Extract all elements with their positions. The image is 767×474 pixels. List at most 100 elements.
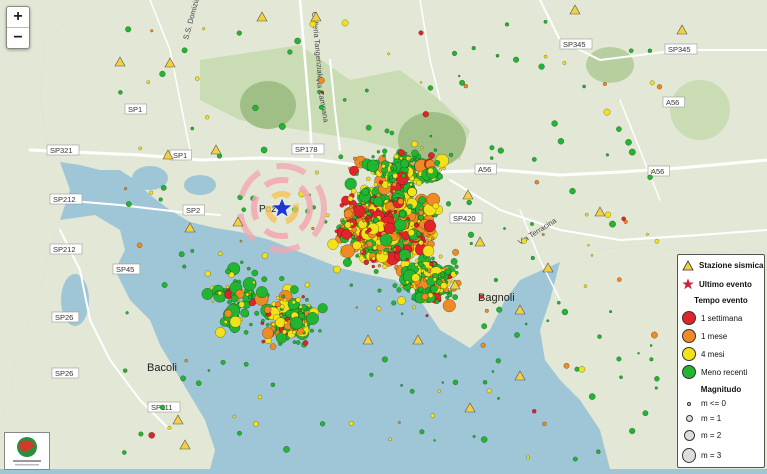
earthquake-dot[interactable] xyxy=(347,166,351,170)
earthquake-dot[interactable] xyxy=(167,425,172,430)
earthquake-dot[interactable] xyxy=(400,312,404,316)
earthquake-dot[interactable] xyxy=(438,272,442,277)
earthquake-dot[interactable] xyxy=(371,264,376,269)
earthquake-dot[interactable] xyxy=(541,232,545,237)
earthquake-dot[interactable] xyxy=(418,209,424,216)
earthquake-dot[interactable] xyxy=(397,296,406,306)
earthquake-dot[interactable] xyxy=(459,79,466,86)
earthquake-dot[interactable] xyxy=(275,296,280,300)
earthquake-dot[interactable] xyxy=(363,259,370,266)
earthquake-dot[interactable] xyxy=(452,379,459,386)
earthquake-dot[interactable] xyxy=(442,299,456,313)
earthquake-dot[interactable] xyxy=(596,449,601,454)
earthquake-dot[interactable] xyxy=(430,285,438,294)
earthquake-dot[interactable] xyxy=(260,146,268,154)
earthquake-dot[interactable] xyxy=(355,172,359,176)
earthquake-dot[interactable] xyxy=(121,450,127,455)
earthquake-dot[interactable] xyxy=(427,152,435,160)
earthquake-dot[interactable] xyxy=(182,264,187,269)
earthquake-dot[interactable] xyxy=(352,215,358,220)
earthquake-dot[interactable] xyxy=(463,83,469,89)
earthquake-dot[interactable] xyxy=(216,153,223,159)
earthquake-dot[interactable] xyxy=(320,90,325,95)
earthquake-dot[interactable] xyxy=(160,184,167,191)
earthquake-dot[interactable] xyxy=(283,298,287,303)
earthquake-dot[interactable] xyxy=(396,287,402,293)
earthquake-dot[interactable] xyxy=(283,320,288,325)
earthquake-dot[interactable] xyxy=(254,310,260,316)
earthquake-dot[interactable] xyxy=(531,409,537,414)
earthquake-dot[interactable] xyxy=(411,273,421,283)
earthquake-dot[interactable] xyxy=(390,167,395,171)
earthquake-dot[interactable] xyxy=(382,263,388,270)
earthquake-dot[interactable] xyxy=(372,194,377,199)
earthquake-dot[interactable] xyxy=(430,236,435,241)
earthquake-dot[interactable] xyxy=(388,209,392,214)
earthquake-dot[interactable] xyxy=(467,231,475,238)
earthquake-dot[interactable] xyxy=(195,76,200,81)
earthquake-dot[interactable] xyxy=(395,171,409,185)
earthquake-dot[interactable] xyxy=(425,288,430,293)
earthquake-dot[interactable] xyxy=(204,270,211,277)
earthquake-dot[interactable] xyxy=(597,334,602,339)
earthquake-dot[interactable] xyxy=(563,362,570,369)
earthquake-dot[interactable] xyxy=(450,258,458,265)
earthquake-dot[interactable] xyxy=(217,290,223,296)
earthquake-dot[interactable] xyxy=(524,322,528,326)
earthquake-dot[interactable] xyxy=(382,153,386,158)
earthquake-dot[interactable] xyxy=(543,19,548,24)
earthquake-dot[interactable] xyxy=(349,205,353,210)
earthquake-dot[interactable] xyxy=(225,285,230,289)
earthquake-dot[interactable] xyxy=(238,301,245,308)
earthquake-dot[interactable] xyxy=(195,380,202,387)
earthquake-dot[interactable] xyxy=(393,153,399,160)
earthquake-dot[interactable] xyxy=(418,30,424,36)
earthquake-dot[interactable] xyxy=(352,156,357,161)
earthquake-dot[interactable] xyxy=(314,170,319,175)
earthquake-dot[interactable] xyxy=(201,288,214,300)
earthquake-dot[interactable] xyxy=(399,159,409,169)
earthquake-dot[interactable] xyxy=(125,26,132,33)
earthquake-dot[interactable] xyxy=(489,145,495,151)
earthquake-dot[interactable] xyxy=(350,188,357,194)
earthquake-dot[interactable] xyxy=(420,145,424,150)
earthquake-dot[interactable] xyxy=(302,340,309,346)
earthquake-dot[interactable] xyxy=(161,282,168,288)
earthquake-dot[interactable] xyxy=(427,85,434,91)
earthquake-dot[interactable] xyxy=(307,303,311,308)
earthquake-dot[interactable] xyxy=(411,149,419,157)
earthquake-dot[interactable] xyxy=(249,322,253,327)
earthquake-dot[interactable] xyxy=(504,22,510,27)
zoom-in-button[interactable]: + xyxy=(7,7,29,27)
earthquake-dot[interactable] xyxy=(415,179,423,186)
earthquake-dot[interactable] xyxy=(531,156,537,162)
earthquake-dot[interactable] xyxy=(252,280,256,285)
earthquake-dot[interactable] xyxy=(656,84,663,90)
earthquake-dot[interactable] xyxy=(158,197,163,202)
earthquake-dot[interactable] xyxy=(349,283,354,287)
earthquake-dot[interactable] xyxy=(355,306,359,309)
earthquake-dot[interactable] xyxy=(290,316,304,330)
earthquake-dot[interactable] xyxy=(224,309,233,318)
earthquake-dot[interactable] xyxy=(578,365,586,373)
earthquake-dot[interactable] xyxy=(491,370,495,373)
earthquake-dot[interactable] xyxy=(472,434,476,438)
earthquake-dot[interactable] xyxy=(207,369,211,372)
earthquake-dot[interactable] xyxy=(236,30,242,36)
earthquake-dot[interactable] xyxy=(247,294,253,300)
earthquake-dot[interactable] xyxy=(434,159,441,166)
earthquake-dot[interactable] xyxy=(654,386,658,390)
earthquake-dot[interactable] xyxy=(604,211,612,218)
earthquake-dot[interactable] xyxy=(649,344,653,347)
earthquake-dot[interactable] xyxy=(628,48,634,54)
earthquake-dot[interactable] xyxy=(376,306,382,312)
earthquake-dot[interactable] xyxy=(375,208,380,212)
earthquake-dot[interactable] xyxy=(343,209,353,219)
earthquake-dot[interactable] xyxy=(350,234,355,239)
earthquake-dot[interactable] xyxy=(414,262,419,267)
earthquake-dot[interactable] xyxy=(404,151,408,155)
earthquake-dot[interactable] xyxy=(418,240,424,246)
earthquake-dot[interactable] xyxy=(239,239,243,243)
earthquake-dot[interactable] xyxy=(381,356,388,363)
earthquake-dot[interactable] xyxy=(397,421,401,424)
